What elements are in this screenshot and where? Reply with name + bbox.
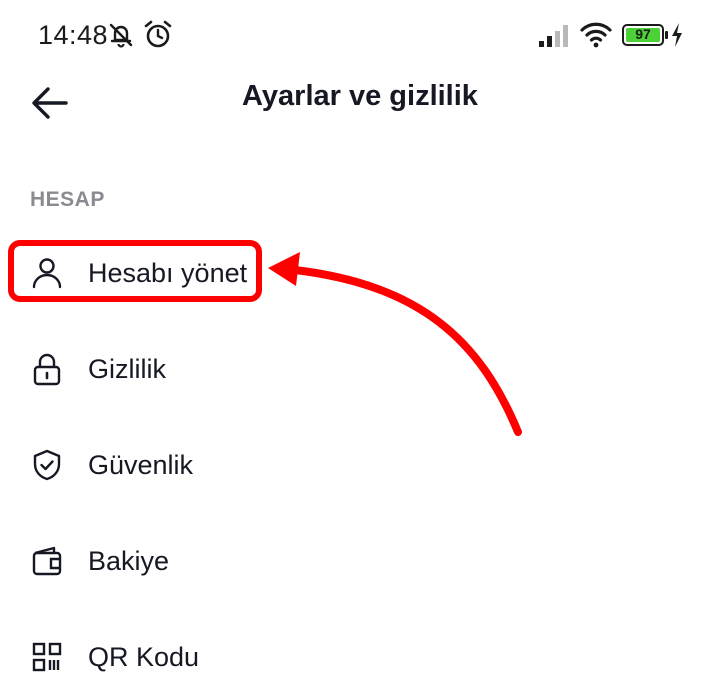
battery-level: 97	[635, 26, 651, 42]
alarm-icon	[144, 20, 172, 48]
page-title: Ayarlar ve gizlilik	[242, 80, 478, 112]
menu-item-balance[interactable]: Bakiye	[0, 520, 720, 600]
lock-icon	[33, 353, 61, 386]
silent-mode-icon	[109, 23, 133, 48]
menu-item-label: Bakiye	[88, 546, 170, 576]
battery-icon: 97	[622, 24, 668, 46]
menu-item-label: Güvenlik	[88, 450, 194, 480]
signal-icon	[539, 25, 568, 47]
menu-item-privacy[interactable]: Gizlilik	[0, 328, 720, 408]
status-time: 14:48	[38, 20, 109, 50]
shield-icon	[33, 449, 61, 481]
wifi-icon	[580, 22, 612, 48]
wallet-icon	[32, 546, 62, 576]
menu-item-manage-account[interactable]: Hesabı yönet	[0, 232, 720, 312]
qr-code-icon	[32, 642, 62, 672]
menu-item-label: QR Kodu	[88, 642, 200, 672]
status-bar: 14:48 97	[0, 0, 720, 70]
section-label: HESAP	[30, 188, 105, 211]
person-icon	[32, 258, 62, 289]
menu-item-label: Hesabı yönet	[88, 258, 248, 288]
menu-item-label: Gizlilik	[88, 354, 166, 384]
charging-icon	[672, 23, 682, 47]
menu-item-qr-code[interactable]: QR Kodu	[0, 616, 720, 696]
menu-item-security[interactable]: Güvenlik	[0, 424, 720, 504]
